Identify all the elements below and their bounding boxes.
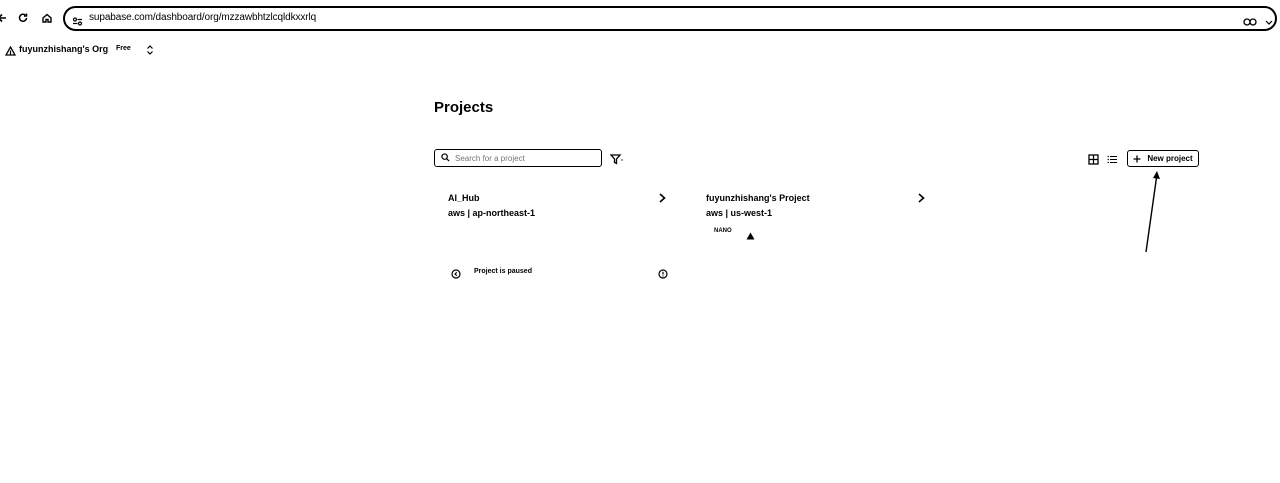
project-name: AI_Hub [448,193,480,203]
site-info-icon[interactable] [72,14,83,32]
info-icon[interactable] [658,266,668,284]
chevron-right-icon [657,191,667,209]
supabase-logo-icon[interactable] [4,44,17,62]
search-input[interactable] [455,151,595,165]
password-key-icon[interactable] [1243,14,1257,32]
reload-icon[interactable] [15,10,31,26]
project-region: aws | us-west-1 [706,208,773,218]
plan-badge: Free [116,45,131,52]
filter-icon[interactable] [609,152,624,170]
new-project-button[interactable]: New project [1127,150,1199,167]
paused-status: Project is paused [474,268,532,275]
chevron-right-icon [916,191,926,209]
chevrons-up-down-icon[interactable] [146,43,154,61]
page-title: Projects [434,99,494,116]
pause-circle-icon [451,266,461,284]
org-switcher: fuyunzhishang's Org Free [0,40,300,60]
back-icon[interactable] [0,10,10,26]
plus-icon [1133,155,1141,162]
project-region: aws | ap-northeast-1 [448,208,536,218]
compute-badge: NANO [714,228,732,234]
search-icon [441,153,450,162]
home-icon[interactable] [39,10,55,26]
new-project-label: New project [1147,154,1193,163]
annotation-arrow [1145,171,1160,253]
project-search[interactable] [434,149,602,167]
project-name: fuyunzhishang's Project [706,193,810,203]
address-bar[interactable]: supabase.com/dashboard/org/mzzawbhtzlcql… [63,6,1277,31]
browser-toolbar: supabase.com/dashboard/org/mzzawbhtzlcql… [0,0,1280,36]
url-text[interactable]: supabase.com/dashboard/org/mzzawbhtzlcql… [89,12,316,23]
project-card[interactable]: AI_Hub aws | ap-northeast-1 Project is p… [448,193,670,283]
warning-triangle-icon [746,227,755,245]
chevron-down-icon[interactable] [1265,14,1273,32]
org-name[interactable]: fuyunzhishang's Org [19,44,108,54]
grid-view-icon[interactable] [1088,152,1099,170]
list-view-icon[interactable] [1107,152,1118,170]
project-card[interactable]: fuyunzhishang's Project aws | us-west-1 … [706,193,928,243]
